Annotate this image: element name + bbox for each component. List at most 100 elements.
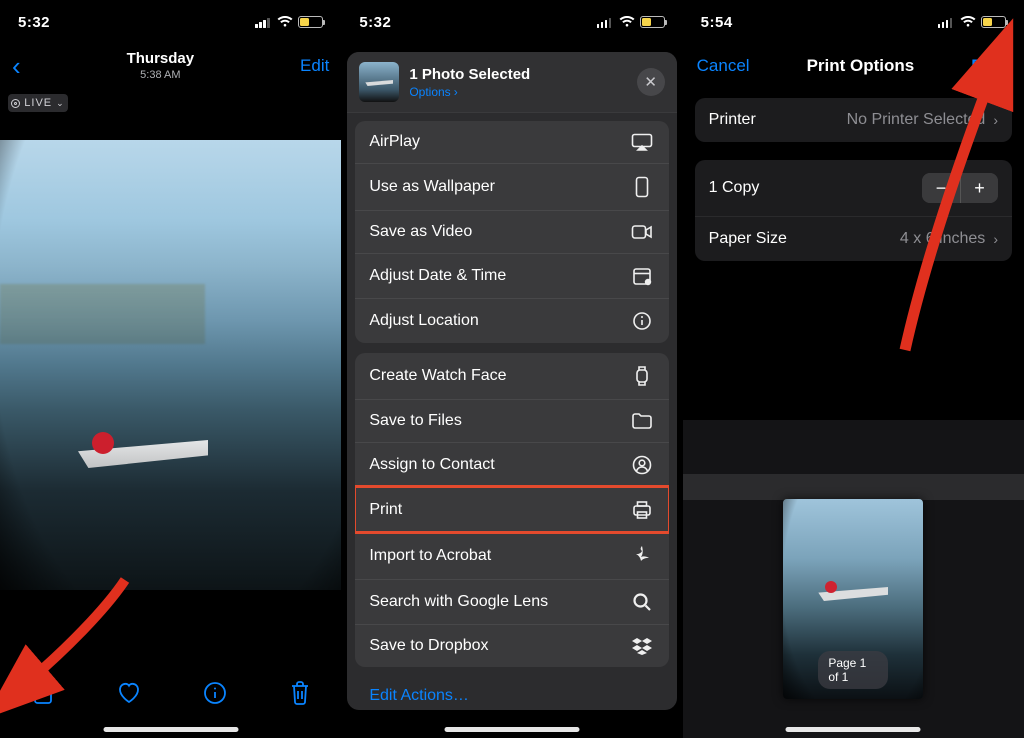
action-group-1: AirPlay Use as Wallpaper Save as Video A… (355, 121, 668, 343)
action-adjust-date[interactable]: Adjust Date & Time (355, 253, 668, 298)
wifi-icon (619, 16, 635, 28)
photo-content-detail (92, 432, 114, 454)
location-info-icon (629, 311, 655, 331)
status-icons (597, 16, 665, 28)
copies-label: 1 Copy (709, 179, 760, 197)
wifi-icon (277, 16, 293, 28)
share-options-link[interactable]: Options› (409, 85, 530, 99)
nav-subtime: 5:38 AM (127, 69, 195, 81)
printer-label: Printer (709, 111, 756, 129)
share-icon[interactable] (31, 679, 55, 707)
cellular-icon (938, 17, 955, 28)
action-wallpaper[interactable]: Use as Wallpaper (355, 163, 668, 210)
chevron-right-icon: › (454, 85, 458, 99)
copies-row: 1 Copy − + (695, 160, 1012, 217)
paper-size-label: Paper Size (709, 230, 787, 248)
battery-icon (981, 16, 1006, 28)
status-bar: 5:32 (0, 0, 341, 44)
stepper-minus-button[interactable]: − (922, 173, 960, 203)
action-print[interactable]: Print (355, 487, 668, 532)
share-sheet: 1 Photo Selected Options› ✕ AirPlay Use … (347, 52, 676, 710)
chevron-right-icon: › (993, 231, 998, 247)
status-icons (255, 16, 323, 28)
close-button[interactable]: ✕ (637, 68, 665, 96)
copies-stepper: − + (922, 173, 998, 203)
page-title: Print Options (807, 56, 915, 76)
info-icon[interactable] (203, 681, 227, 705)
printer-row[interactable]: Printer No Printer Selected › (695, 98, 1012, 142)
stepper-plus-button[interactable]: + (960, 173, 998, 203)
wifi-icon (960, 16, 976, 28)
acrobat-icon (629, 545, 655, 567)
battery-icon (640, 16, 665, 28)
print-button[interactable]: Print (971, 56, 1010, 76)
paper-size-value: 4 x 6 inches (900, 230, 985, 248)
watch-icon (629, 365, 655, 387)
action-group-2: Create Watch Face Save to Files Assign t… (355, 353, 668, 667)
status-time: 5:32 (359, 14, 391, 31)
battery-icon (298, 16, 323, 28)
home-indicator[interactable] (444, 727, 579, 732)
share-sheet-header: 1 Photo Selected Options› ✕ (347, 52, 676, 113)
cellular-icon (597, 17, 614, 28)
action-save-video[interactable]: Save as Video (355, 210, 668, 253)
folder-icon (629, 412, 655, 430)
status-icons (938, 16, 1006, 28)
options-card: 1 Copy − + Paper Size 4 x 6 inches › (695, 160, 1012, 261)
live-label: LIVE (24, 97, 52, 109)
calendar-icon (629, 266, 655, 286)
action-dropbox[interactable]: Save to Dropbox (355, 624, 668, 667)
print-preview-area[interactable]: Page 1 of 1 (683, 420, 1024, 738)
edit-actions-link[interactable]: Edit Actions… (355, 677, 668, 709)
chevron-down-icon: ⌄ (56, 98, 65, 109)
photo-toolbar (0, 656, 341, 738)
nav-title: Thursday 5:38 AM (127, 51, 195, 82)
airplay-icon (629, 133, 655, 151)
live-icon (11, 99, 20, 108)
edit-button[interactable]: Edit (300, 56, 329, 76)
home-indicator[interactable] (103, 727, 238, 732)
heart-icon[interactable] (116, 681, 142, 705)
action-airplay[interactable]: AirPlay (355, 121, 668, 163)
print-preview-thumbnail[interactable]: Page 1 of 1 (783, 499, 923, 699)
action-watch-face[interactable]: Create Watch Face (355, 353, 668, 399)
photos-nav-bar: ‹ Thursday 5:38 AM Edit (0, 44, 341, 88)
action-acrobat[interactable]: Import to Acrobat (355, 532, 668, 579)
phone-icon (629, 176, 655, 198)
share-thumbnail (359, 62, 399, 102)
print-nav-bar: Cancel Print Options Print (683, 44, 1024, 88)
printer-value: No Printer Selected (847, 111, 986, 129)
person-circle-icon (629, 455, 655, 475)
action-google-lens[interactable]: Search with Google Lens (355, 579, 668, 624)
phone-share-sheet: 5:32 1 Photo Selected Options› ✕ AirPlay… (341, 0, 682, 738)
status-time: 5:32 (18, 14, 50, 31)
action-assign-contact[interactable]: Assign to Contact (355, 442, 668, 487)
share-sheet-body[interactable]: AirPlay Use as Wallpaper Save as Video A… (347, 113, 676, 709)
status-bar: 5:54 (683, 0, 1024, 44)
share-title: 1 Photo Selected (409, 66, 530, 83)
home-indicator[interactable] (786, 727, 921, 732)
back-chevron-icon[interactable]: ‹ (12, 53, 21, 79)
search-icon (629, 592, 655, 612)
trash-icon[interactable] (289, 680, 311, 706)
phone-print-options: 5:54 Cancel Print Options Print Printer … (683, 0, 1024, 738)
photo-content (78, 440, 208, 468)
photo-viewport[interactable] (0, 140, 341, 590)
live-badge[interactable]: LIVE ⌄ (8, 94, 68, 112)
paper-size-row[interactable]: Paper Size 4 x 6 inches › (695, 217, 1012, 261)
page-indicator: Page 1 of 1 (818, 651, 888, 689)
action-adjust-location[interactable]: Adjust Location (355, 298, 668, 343)
cancel-button[interactable]: Cancel (697, 56, 750, 76)
printer-icon (629, 500, 655, 520)
video-icon (629, 224, 655, 240)
cellular-icon (255, 17, 272, 28)
printer-card: Printer No Printer Selected › (695, 98, 1012, 142)
print-settings: Printer No Printer Selected › 1 Copy − + … (683, 88, 1024, 289)
action-save-files[interactable]: Save to Files (355, 399, 668, 442)
status-bar: 5:32 (341, 0, 682, 44)
status-time: 5:54 (701, 14, 733, 31)
nav-day: Thursday (127, 51, 195, 68)
chevron-right-icon: › (993, 112, 998, 128)
phone-photos-detail: 5:32 ‹ Thursday 5:38 AM Edit LIVE ⌄ (0, 0, 341, 738)
dropbox-icon (629, 637, 655, 655)
